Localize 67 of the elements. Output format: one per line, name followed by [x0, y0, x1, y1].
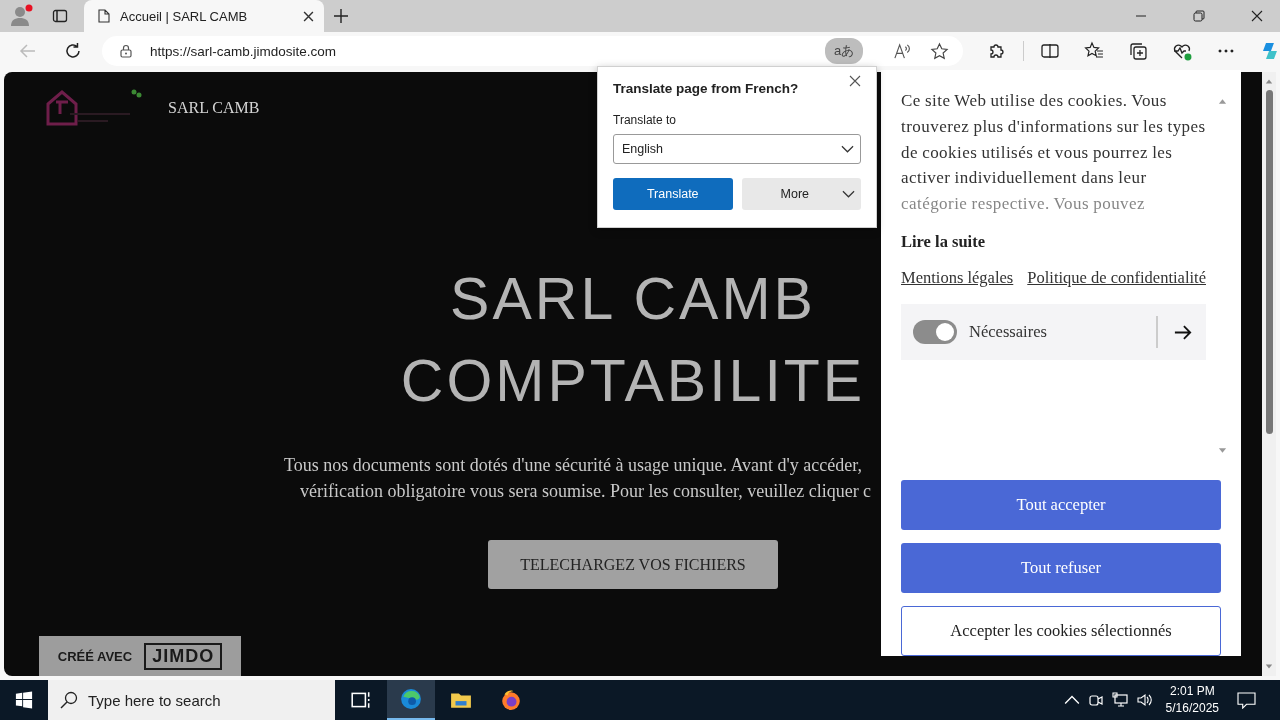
- chevron-down-icon: [841, 145, 854, 153]
- download-button[interactable]: TELECHARGEZ VOS FICHIERS: [488, 540, 778, 589]
- chevron-down-icon: [842, 190, 855, 198]
- copilot-icon[interactable]: [1260, 41, 1280, 61]
- scrollbar-thumb[interactable]: [1265, 90, 1273, 434]
- meet-camera-icon[interactable]: [1087, 692, 1104, 708]
- jimdo-logo: JIMDO: [144, 642, 223, 670]
- toggle-switch[interactable]: [913, 320, 957, 344]
- scroll-down-icon[interactable]: [1265, 664, 1273, 670]
- address-bar[interactable]: https://sarl-camb.jimdosite.com aあ: [101, 36, 964, 66]
- badge-prefix: CRÉÉ AVEC: [57, 648, 133, 664]
- close-icon[interactable]: [303, 10, 314, 22]
- lock-icon: [119, 44, 132, 58]
- collections-icon[interactable]: [1128, 41, 1149, 61]
- health-heart-icon[interactable]: [1172, 41, 1193, 61]
- windows-start-icon[interactable]: [15, 691, 33, 709]
- cookie-text: Ce site Web utilise des cookies. Vous trouverez plus d'informations sur les types de cookies utilisés et vous pourrez les activer individuellement dans leur catégorie respective. Vous pouvez: [901, 90, 1206, 216]
- accept-selected-button[interactable]: Accepter les cookies sélectionnés: [901, 606, 1221, 656]
- scroll-up-icon[interactable]: [1265, 78, 1273, 84]
- hero-title: COMPTABILITE: [400, 347, 866, 416]
- close-icon[interactable]: [849, 75, 861, 87]
- arrow-right-icon[interactable]: [1174, 324, 1192, 340]
- more-button[interactable]: More: [741, 178, 861, 210]
- clock-time: 2:01 PM: [1169, 683, 1215, 700]
- close-icon[interactable]: [1251, 10, 1263, 22]
- legal-link[interactable]: Politique de confidentialité: [1027, 266, 1206, 290]
- notifications-icon[interactable]: [1237, 691, 1256, 709]
- translate-button[interactable]: Translate: [613, 178, 733, 210]
- cookie-button[interactable]: Tout refuser: [901, 543, 1221, 593]
- language-dropdown[interactable]: English: [613, 134, 861, 164]
- hero-text: vérification obligatoire vous sera soumise. Pour les consulter, veuillez cliquer c: [299, 480, 872, 503]
- browser-tab[interactable]: Accueil | SARL CAMB: [84, 0, 324, 32]
- jimdo-badge[interactable]: CRÉÉ AVEC JIMDO: [39, 636, 241, 676]
- field-label: Translate to: [613, 113, 677, 127]
- restore-icon[interactable]: [1193, 10, 1205, 22]
- task-view-icon: [350, 689, 372, 711]
- site-name[interactable]: SARL CAMB: [168, 99, 260, 117]
- popup-title: Translate page from French?: [613, 81, 799, 96]
- taskbar-search-field[interactable]: Type here to search: [48, 680, 335, 720]
- hero-text: Tous nos documents sont dotés d'une sécurité à usage unique. Avant d'y accéder,: [283, 454, 864, 477]
- new-tab-icon[interactable]: [334, 9, 348, 23]
- cookie-button[interactable]: Tout accepter: [901, 480, 1221, 530]
- favorites-icon[interactable]: [1084, 41, 1105, 61]
- profile-icon[interactable]: [10, 4, 34, 28]
- clock[interactable]: 2:01 PM 5/16/2025: [1165, 683, 1219, 717]
- volume-icon[interactable]: [1135, 692, 1152, 708]
- refresh-icon[interactable]: [63, 42, 82, 60]
- firefox-icon: [500, 689, 522, 711]
- translate-button[interactable]: aあ: [825, 38, 864, 64]
- scroll-up-icon[interactable]: [1218, 98, 1227, 104]
- url-text: https://sarl-camb.jimdosite.com: [149, 43, 336, 59]
- legal-link[interactable]: Mentions légales: [901, 266, 1014, 290]
- read-more-link[interactable]: Lire la suite: [901, 232, 1206, 252]
- tab-title: Accueil | SARL CAMB: [120, 8, 249, 24]
- network-icon[interactable]: [1111, 692, 1128, 708]
- clock-date: 5/16/2025: [1165, 700, 1219, 717]
- favorite-star-icon[interactable]: [930, 41, 950, 61]
- search-icon: [60, 691, 78, 709]
- page-icon: [98, 9, 110, 23]
- edge-browser-icon: [400, 688, 422, 710]
- scroll-down-icon[interactable]: [1218, 448, 1227, 454]
- scrollbar[interactable]: [1262, 72, 1276, 676]
- split-screen-icon[interactable]: [1040, 41, 1061, 61]
- hero-title: SARL CAMB: [450, 265, 816, 334]
- tab-actions-icon[interactable]: [52, 8, 68, 24]
- read-aloud-icon[interactable]: [893, 41, 913, 61]
- category-label: Nécessaires: [969, 322, 1048, 342]
